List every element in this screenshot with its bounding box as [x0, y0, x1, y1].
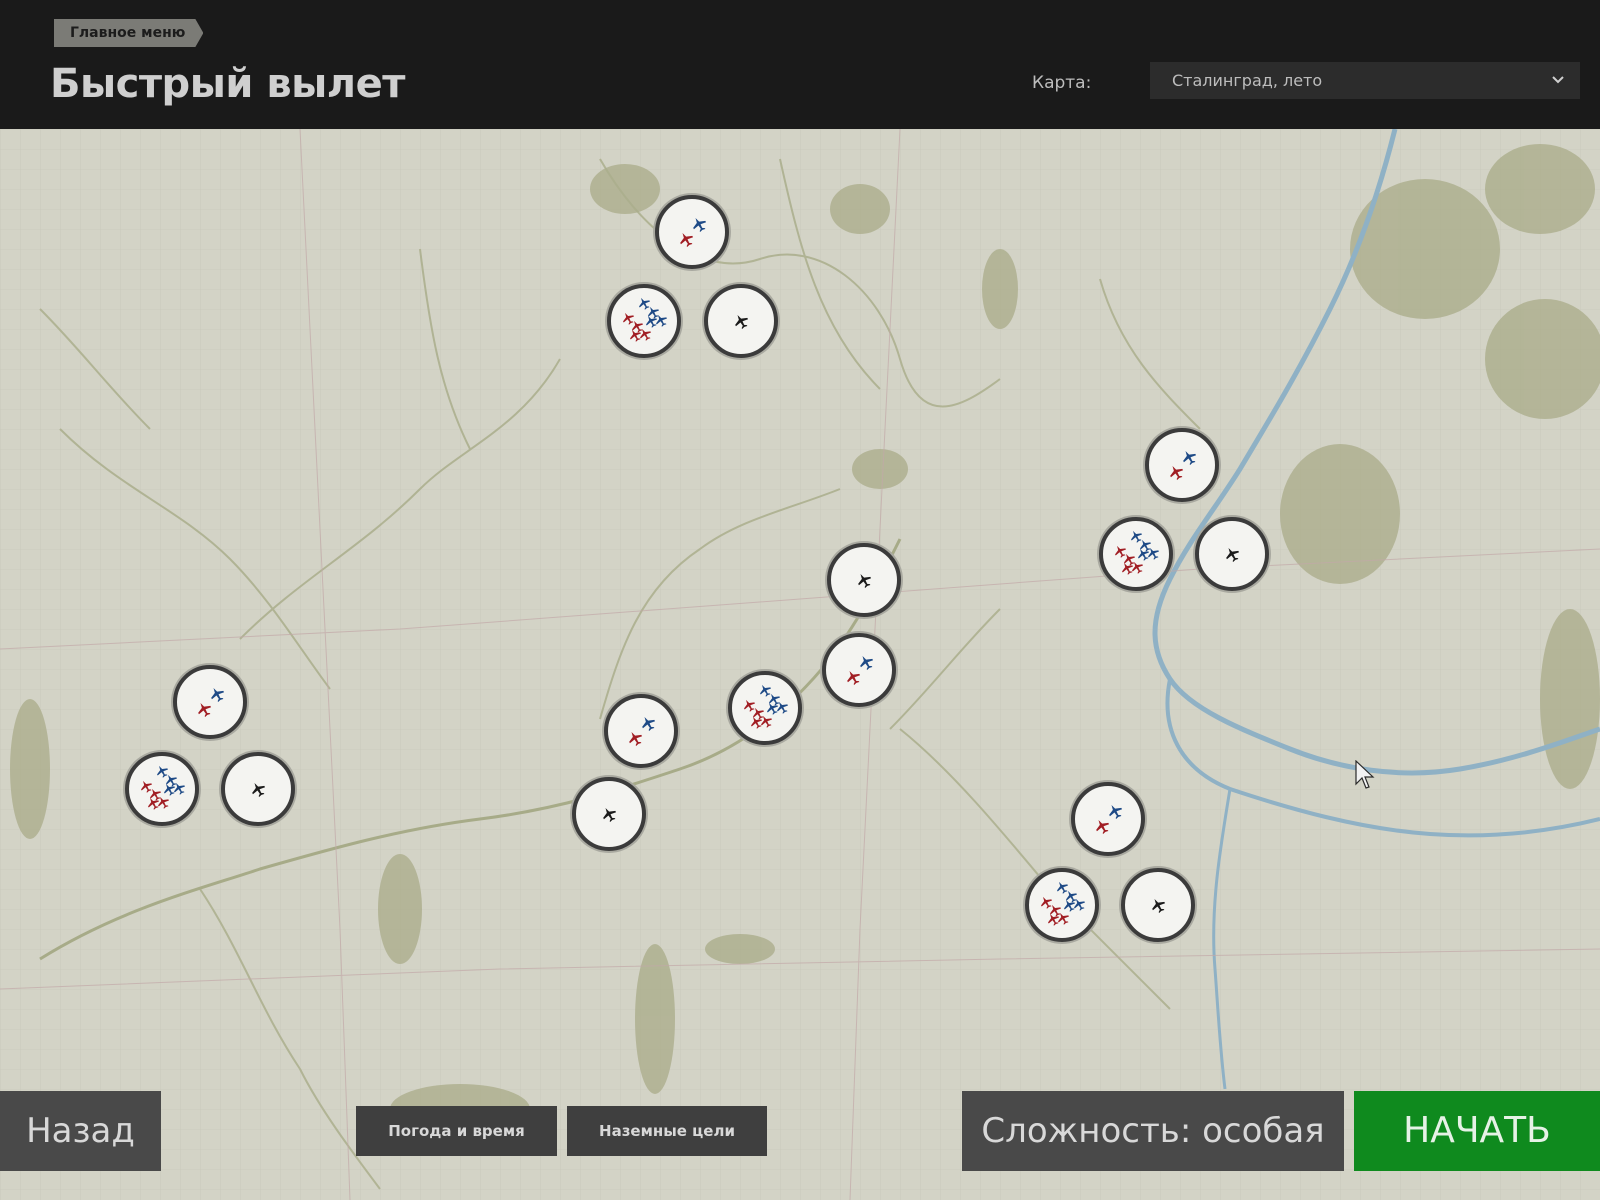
aircraft-icon — [735, 314, 749, 329]
aircraft-group-icon — [623, 297, 668, 342]
mission-marker-mixed[interactable] — [1071, 782, 1145, 856]
terrain-layer — [0, 129, 1600, 1200]
weather-time-button[interactable]: Погода и время — [356, 1106, 557, 1156]
aircraft-icon — [1226, 547, 1240, 562]
map-select-dropdown[interactable]: Сталинград, лето — [1150, 62, 1580, 99]
back-button[interactable]: Назад — [0, 1091, 161, 1171]
mission-marker-neutral[interactable] — [704, 284, 778, 358]
map-select-value: Сталинград, лето — [1172, 71, 1323, 90]
mission-marker-mixed[interactable] — [173, 665, 247, 739]
mission-marker-mixed[interactable] — [655, 195, 729, 269]
breadcrumb-main-menu[interactable]: Главное меню — [54, 19, 203, 47]
mission-marker-neutral[interactable] — [1121, 868, 1195, 942]
mission-marker-battle[interactable] — [1099, 517, 1173, 591]
mission-marker-neutral[interactable] — [221, 752, 295, 826]
mission-marker-battle[interactable] — [607, 284, 681, 358]
aircraft-group-icon — [744, 684, 789, 729]
mission-marker-neutral[interactable] — [827, 543, 901, 617]
mouse-cursor-icon — [1355, 760, 1375, 789]
start-button[interactable]: НАЧАТЬ — [1354, 1091, 1600, 1171]
ground-targets-button[interactable]: Наземные цели — [567, 1106, 767, 1156]
aircraft-group-icon — [629, 716, 656, 746]
aircraft-icon — [858, 573, 872, 588]
mission-marker-mixed[interactable] — [822, 633, 896, 707]
aircraft-icon — [603, 807, 617, 822]
mission-marker-neutral[interactable] — [572, 777, 646, 851]
difficulty-button[interactable]: Сложность: особая — [962, 1091, 1344, 1171]
top-bar: Главное меню Быстрый вылет Карта: Сталин… — [0, 0, 1600, 129]
page-title: Быстрый вылет — [50, 61, 405, 107]
aircraft-icon — [252, 782, 266, 797]
mission-map[interactable] — [0, 129, 1600, 1200]
mission-marker-mixed[interactable] — [1145, 428, 1219, 502]
map-label: Карта: — [1032, 73, 1092, 93]
aircraft-group-icon — [198, 687, 225, 717]
mission-marker-battle[interactable] — [728, 671, 802, 745]
aircraft-group-icon — [847, 655, 874, 685]
aircraft-group-icon — [1170, 450, 1197, 480]
mission-marker-battle[interactable] — [1025, 868, 1099, 942]
aircraft-group-icon — [141, 765, 186, 810]
aircraft-group-icon — [1115, 530, 1160, 575]
mission-marker-mixed[interactable] — [604, 694, 678, 768]
mission-marker-neutral[interactable] — [1195, 517, 1269, 591]
mission-marker-battle[interactable] — [125, 752, 199, 826]
aircraft-icon — [1152, 898, 1166, 913]
aircraft-group-icon — [1096, 804, 1123, 834]
aircraft-group-icon — [680, 217, 707, 247]
aircraft-group-icon — [1041, 881, 1086, 926]
chevron-down-icon — [1552, 76, 1564, 84]
